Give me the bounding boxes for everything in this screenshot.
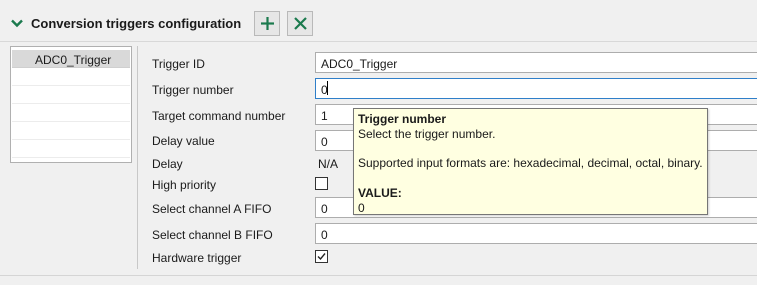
- list-item[interactable]: ADC0_Trigger: [12, 50, 130, 68]
- list-empty-row: [12, 122, 130, 140]
- trigger-id-label: Trigger ID: [152, 57, 205, 71]
- tooltip-formats: Supported input formats are: hexadecimal…: [358, 156, 703, 170]
- help-tooltip: Trigger number Select the trigger number…: [353, 108, 708, 215]
- add-trigger-button[interactable]: [254, 11, 280, 36]
- delay-value-text: N/A: [318, 157, 339, 171]
- high-priority-checkbox[interactable]: [315, 177, 328, 190]
- trigger-number-field[interactable]: [315, 78, 757, 99]
- list-item-label: ADC0_Trigger: [35, 53, 112, 67]
- tooltip-value: 0: [358, 201, 365, 215]
- target-command-number-label: Target command number: [152, 109, 286, 123]
- conversion-triggers-panel: Conversion triggers configuration ADC0_T…: [0, 0, 757, 285]
- splitter[interactable]: [137, 46, 138, 269]
- trigger-id-field[interactable]: [315, 52, 757, 73]
- tooltip-description: Select the trigger number.: [358, 127, 496, 141]
- select-channel-a-fifo-label: Select channel A FIFO: [152, 202, 272, 216]
- list-empty-row: [12, 140, 130, 158]
- trigger-list[interactable]: ADC0_Trigger: [10, 46, 132, 163]
- section-title[interactable]: Conversion triggers configuration: [31, 16, 241, 31]
- section-header: Conversion triggers configuration: [0, 0, 757, 42]
- list-empty-row: [12, 104, 130, 122]
- bottom-divider: [0, 275, 757, 276]
- chevron-down-icon[interactable]: [11, 17, 23, 28]
- trigger-number-label: Trigger number: [152, 83, 234, 97]
- delay-value-label: Delay value: [152, 134, 215, 148]
- delay-label: Delay: [152, 157, 183, 171]
- hardware-trigger-checkbox[interactable]: [315, 250, 328, 263]
- hardware-trigger-label: Hardware trigger: [152, 251, 242, 265]
- list-empty-row: [12, 68, 130, 86]
- list-empty-row: [12, 86, 130, 104]
- tooltip-title: Trigger number: [358, 112, 447, 126]
- text-caret: [327, 81, 328, 95]
- select-channel-b-fifo-field[interactable]: [315, 223, 757, 244]
- high-priority-label: High priority: [152, 178, 217, 192]
- tooltip-value-label: VALUE:: [358, 186, 402, 200]
- remove-trigger-button[interactable]: [287, 11, 313, 36]
- select-channel-b-fifo-label: Select channel B FIFO: [152, 228, 273, 242]
